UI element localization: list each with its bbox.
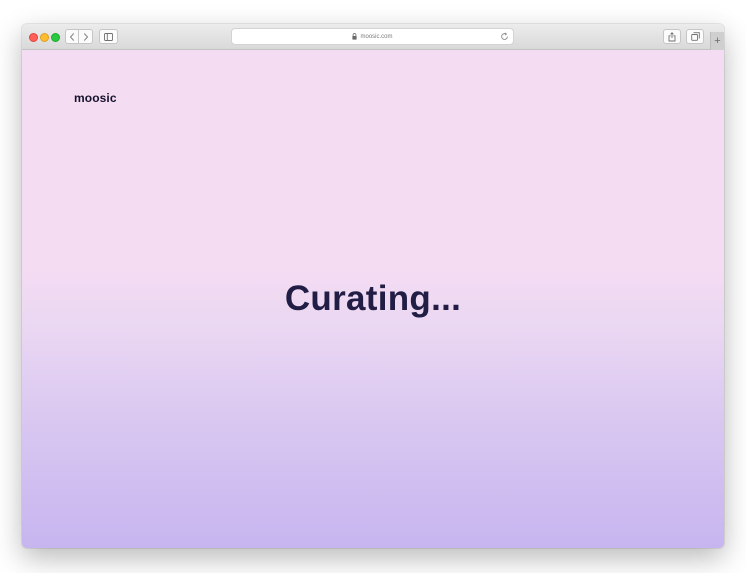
site-logo[interactable]: moosic: [74, 91, 117, 105]
tabs-overview-icon: [690, 32, 700, 41]
new-tab-button[interactable]: +: [710, 32, 724, 50]
browser-toolbar: moosic.com +: [22, 24, 724, 50]
chevron-left-icon: [69, 32, 75, 41]
sidebar-icon: [104, 32, 113, 41]
page-content: moosic Curating...: [22, 50, 724, 548]
back-button[interactable]: [65, 29, 79, 44]
url-text: moosic.com: [360, 33, 393, 40]
share-icon: [668, 31, 676, 41]
close-window-button[interactable]: [29, 33, 38, 42]
minimize-window-button[interactable]: [40, 33, 49, 42]
tabs-overview-button[interactable]: [686, 29, 704, 44]
loading-status-heading: Curating...: [284, 279, 462, 318]
browser-window: moosic.com + moosic Curating...: [22, 24, 724, 548]
maximize-window-button[interactable]: [51, 33, 60, 42]
sidebar-toggle-button[interactable]: [99, 29, 118, 44]
share-button[interactable]: [663, 29, 681, 44]
lock-icon: [352, 33, 358, 40]
address-bar[interactable]: moosic.com: [231, 28, 514, 45]
reload-icon[interactable]: [500, 32, 509, 41]
chevron-right-icon: [83, 32, 88, 41]
forward-button[interactable]: [79, 29, 93, 44]
